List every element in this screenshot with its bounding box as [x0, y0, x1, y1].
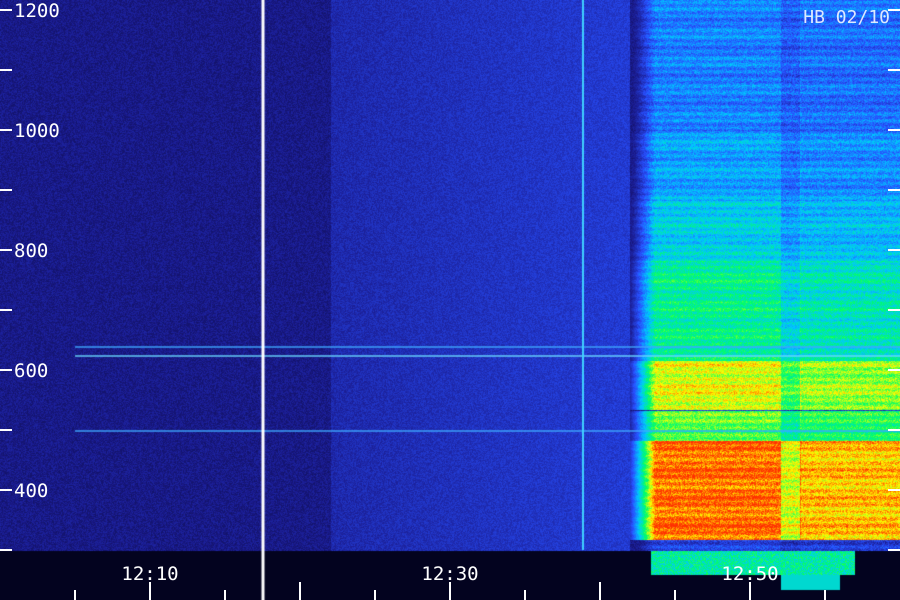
instrument-date-label: HB 02/10: [803, 7, 890, 28]
y-tick-label: 1200: [14, 0, 60, 22]
y-tick-label: 1000: [14, 120, 60, 142]
x-tick-label: 12:50: [721, 563, 778, 585]
x-tick-label: 12:10: [121, 563, 178, 585]
x-tick-label: 12:30: [421, 563, 478, 585]
spectrogram-chart: 400 600 800 1000 1200 12:10 12:30 12:50 HB 02/10: [0, 0, 900, 600]
y-tick-label: 800: [14, 240, 48, 262]
axes-overlay: 400 600 800 1000 1200 12:10 12:30 12:50 HB 02/10: [0, 0, 900, 600]
y-tick-label: 400: [14, 480, 48, 502]
y-tick-label: 600: [14, 360, 48, 382]
